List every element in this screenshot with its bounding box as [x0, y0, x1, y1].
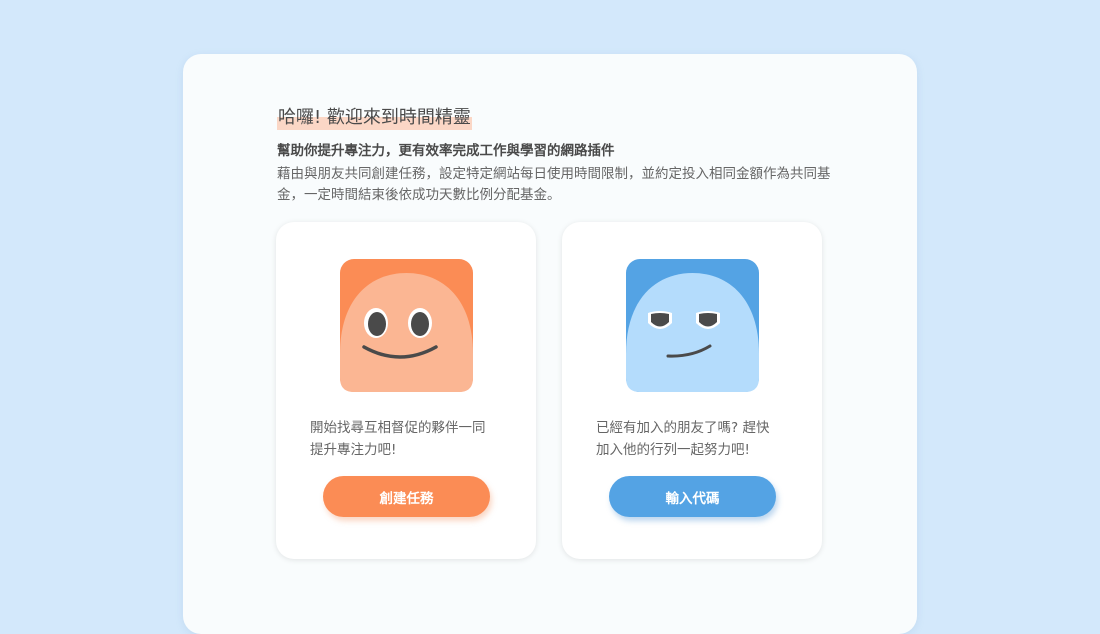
create-task-text-line2: 提升專注力吧!	[310, 442, 397, 458]
create-task-card: 開始找尋互相督促的夥伴一同 提升專注力吧! 創建任務	[276, 222, 536, 559]
page-description: 藉由與朋友共同創建任務，設定特定網站每日使用時間限制，並約定投入相同金額作為共同…	[277, 166, 831, 203]
create-task-text: 開始找尋互相督促的夥伴一同 提升專注力吧!	[310, 417, 505, 461]
create-task-button[interactable]: 創建任務	[323, 476, 490, 517]
page-title: 哈囉! 歡迎來到時間精靈	[277, 106, 472, 130]
page-subtitle: 幫助你提升專注力，更有效率完成工作與學習的網路插件	[277, 143, 615, 159]
create-task-text-line1: 開始找尋互相督促的夥伴一同	[310, 420, 486, 436]
join-task-text: 已經有加入的朋友了嗎? 趕快 加入他的行列一起努力吧!	[596, 417, 791, 461]
welcome-panel: 哈囉! 歡迎來到時間精靈 幫助你提升專注力，更有效率完成工作與學習的網路插件 藉…	[183, 54, 917, 634]
join-task-card: 已經有加入的朋友了嗎? 趕快 加入他的行列一起努力吧! 輸入代碼	[562, 222, 822, 559]
join-task-text-line1: 已經有加入的朋友了嗎? 趕快	[596, 420, 770, 436]
blue-smirking-blob-icon	[626, 259, 759, 392]
orange-smiling-blob-icon	[340, 259, 473, 392]
enter-code-button[interactable]: 輸入代碼	[609, 476, 776, 517]
join-task-text-line2: 加入他的行列一起努力吧!	[596, 442, 750, 458]
